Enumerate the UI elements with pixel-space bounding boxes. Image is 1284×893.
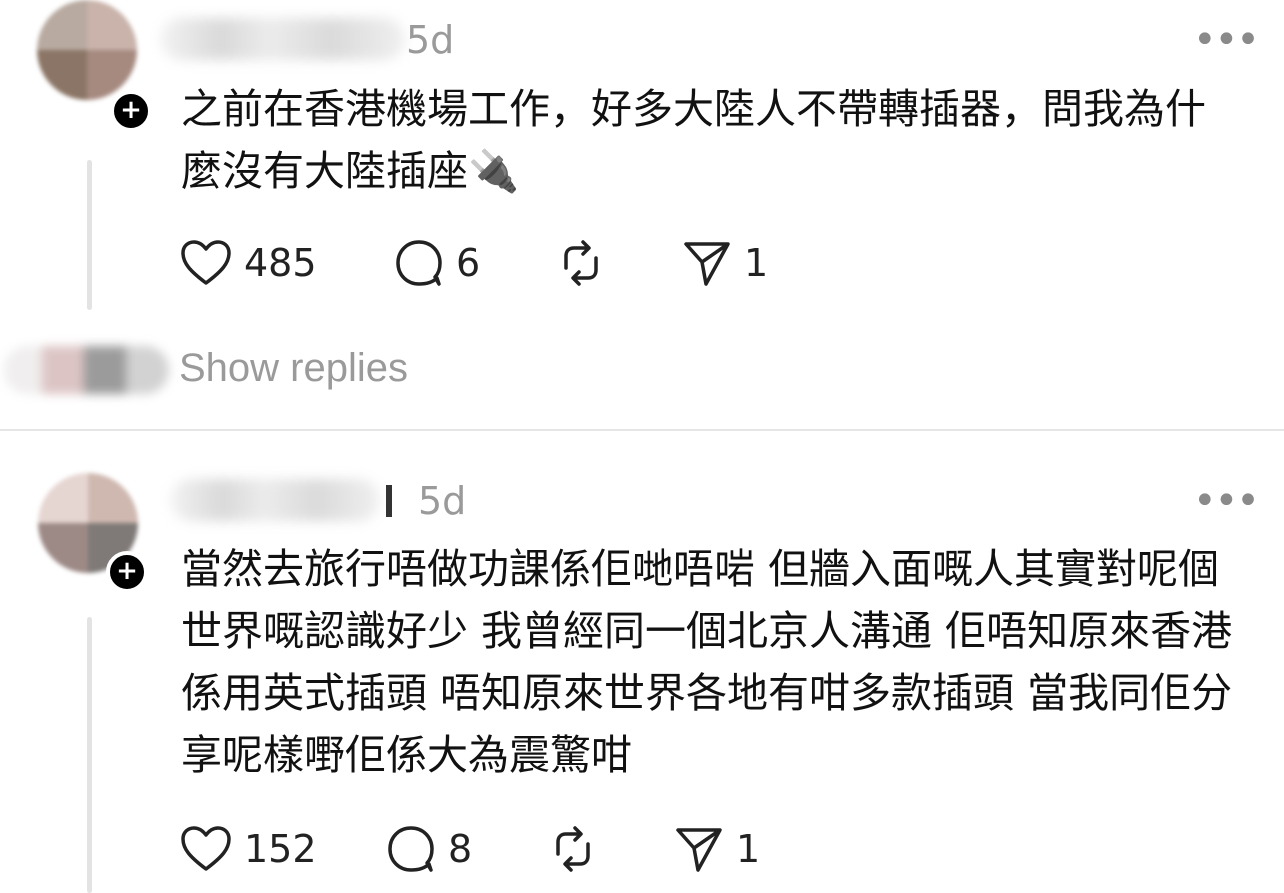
avatar[interactable] xyxy=(37,0,137,100)
like-button[interactable]: 152 xyxy=(180,824,317,874)
share-count: 1 xyxy=(744,241,769,285)
thread-line xyxy=(87,160,92,310)
reply-avatars xyxy=(4,346,169,394)
comment-count: 6 xyxy=(456,241,481,285)
post-2: + 5d ••• 當然去旅行唔做功課係佢哋唔啱 但牆入面嘅人其實對呢個世界嘅認識… xyxy=(0,431,1284,893)
share-button[interactable]: 1 xyxy=(682,238,768,288)
post-1: + 5d ••• 之前在香港機場工作，好多大陸人不帶轉插器，問我為什麼沒有大陸插… xyxy=(0,0,1284,430)
repost-button[interactable] xyxy=(548,824,598,874)
thread-line xyxy=(87,617,92,893)
more-icon[interactable]: ••• xyxy=(1193,481,1260,521)
username-fragment xyxy=(386,485,392,517)
repost-icon xyxy=(556,826,590,872)
post-text: 當然去旅行唔做功課係佢哋唔啱 但牆入面嘅人其實對呢個世界嘅認識好少 我曾經同一個… xyxy=(181,545,1233,779)
more-icon[interactable]: ••• xyxy=(1193,20,1260,60)
heart-icon xyxy=(181,240,231,285)
post-actions: 485 6 1 xyxy=(180,238,800,288)
show-replies-link[interactable]: Show replies xyxy=(179,346,408,391)
share-button[interactable]: 1 xyxy=(674,824,760,874)
comment-button[interactable]: 8 xyxy=(386,824,472,874)
follow-badge[interactable]: + xyxy=(110,90,152,132)
share-count: 1 xyxy=(736,827,761,871)
repost-icon xyxy=(564,240,598,286)
post-time: 5d xyxy=(406,18,455,62)
comment-icon xyxy=(396,240,442,286)
repost-button[interactable] xyxy=(556,238,606,288)
show-replies-row[interactable]: Show replies xyxy=(0,340,600,402)
username-blurred[interactable] xyxy=(160,18,405,60)
follow-badge[interactable]: + xyxy=(106,551,148,593)
like-count: 152 xyxy=(244,827,317,871)
share-icon xyxy=(676,828,722,872)
username-blurred[interactable] xyxy=(170,479,380,521)
comment-icon xyxy=(388,826,434,872)
post-text: 之前在香港機場工作，好多大陸人不帶轉插器，問我為什麼沒有大陸插座🔌 xyxy=(181,85,1206,195)
post-actions: 152 8 1 xyxy=(180,824,800,874)
comment-button[interactable]: 6 xyxy=(394,238,480,288)
like-button[interactable]: 485 xyxy=(180,238,317,288)
like-count: 485 xyxy=(244,241,317,285)
post-time: 5d xyxy=(418,479,467,523)
heart-icon xyxy=(181,826,231,871)
share-icon xyxy=(684,242,730,286)
comment-count: 8 xyxy=(448,827,473,871)
